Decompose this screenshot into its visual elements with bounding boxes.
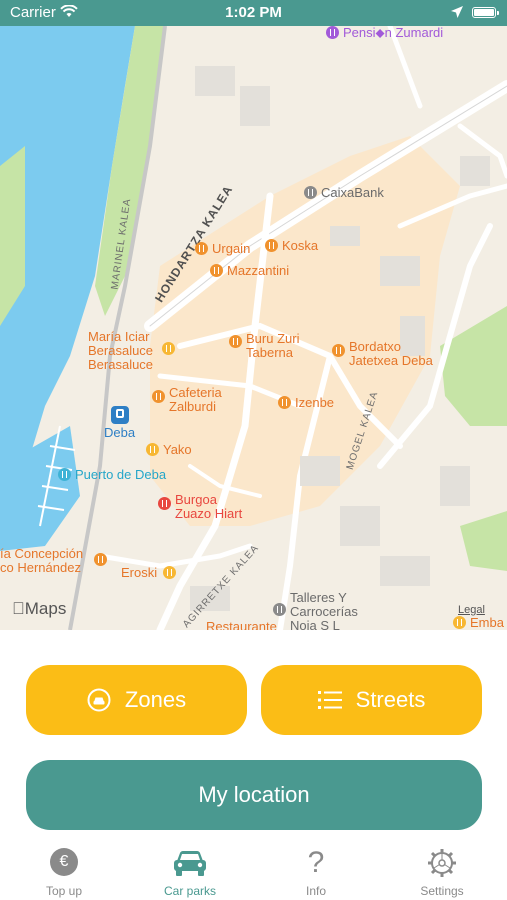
tab-car-parks[interactable]: Car parks xyxy=(127,840,253,900)
education-icon xyxy=(94,553,111,567)
apple-logo-icon:  xyxy=(12,599,25,618)
pharmacy-icon xyxy=(158,497,171,510)
legal-link[interactable]: Legal xyxy=(458,604,485,616)
wrench-icon xyxy=(273,603,286,616)
tab-top-up[interactable]: € Top up xyxy=(1,840,127,900)
marina-icon xyxy=(58,468,71,481)
tab-info[interactable]: ? Info xyxy=(253,840,379,900)
my-location-button[interactable]: My location xyxy=(26,760,482,830)
clock: 1:02 PM xyxy=(225,4,282,21)
poi-urgain[interactable]: Urgain xyxy=(195,242,250,256)
car-circle-icon xyxy=(87,688,111,712)
poi-caixabank[interactable]: CaixaBank xyxy=(304,186,384,200)
cart-icon xyxy=(162,566,176,579)
poi-maria-iciar[interactable]: María Iciar Berasaluce Berasaluce xyxy=(88,330,153,372)
poi-emba[interactable]: Emba xyxy=(453,616,504,630)
shop-icon xyxy=(453,616,466,629)
poi-yako[interactable]: Yako xyxy=(146,443,192,457)
poi-restaurante[interactable]: Restaurante xyxy=(206,620,277,631)
map-base xyxy=(0,26,507,630)
poi-pension[interactable]: Pensi⬥n Zumardi xyxy=(326,26,443,40)
tab-bar: € Top up Car parks ? Info Settings xyxy=(0,840,507,900)
streets-label: Streets xyxy=(355,687,426,712)
streets-button[interactable]: Streets xyxy=(261,665,482,735)
shop-icon xyxy=(162,342,179,356)
poi-puerto[interactable]: Puerto de Deba xyxy=(58,468,166,482)
poi-talleres[interactable]: Talleres Y Carrocerías Noia S L xyxy=(273,591,358,630)
restaurant-icon xyxy=(265,239,278,252)
tab-settings[interactable]: Settings xyxy=(379,840,505,900)
cafe-icon xyxy=(152,390,165,403)
poi-concepcion[interactable]: ía Concepción co Hernández xyxy=(0,547,83,575)
poi-mazzantini[interactable]: Mazzantini xyxy=(210,264,289,278)
poi-burgoa[interactable]: Burgoa Zuazo Hiart xyxy=(158,493,242,521)
map-view[interactable]: HONDARTZA KALEA MARINEL KALEA MOGEL KALE… xyxy=(0,26,507,630)
zones-label: Zones xyxy=(124,687,187,712)
poi-cafeteria[interactable]: Cafeteria Zalburdi xyxy=(152,386,222,414)
restaurant-icon xyxy=(332,344,345,357)
poi-eroski[interactable]: Eroski xyxy=(121,566,180,580)
poi-koska[interactable]: Koska xyxy=(265,239,318,253)
battery-icon xyxy=(472,7,499,18)
restaurant-icon xyxy=(229,335,242,348)
bank-icon xyxy=(304,186,317,199)
poi-bordatxo[interactable]: Bordatxo Jatetxea Deba xyxy=(332,340,433,368)
apple-maps-attribution: Maps xyxy=(12,599,66,618)
list-icon xyxy=(317,690,342,710)
my-location-label: My location xyxy=(198,782,310,807)
poi-deba-station[interactable]: Deba xyxy=(104,406,135,440)
question-mark-icon: ? xyxy=(307,846,325,879)
car-icon xyxy=(171,848,209,878)
restaurant-icon xyxy=(210,264,223,277)
euro-coin-icon: € xyxy=(50,848,78,876)
gear-icon xyxy=(427,848,457,878)
status-bar: Carrier 1:02 PM xyxy=(0,0,507,26)
restaurant-icon xyxy=(278,396,291,409)
ice-cream-icon xyxy=(146,443,159,456)
restaurant-icon xyxy=(195,242,208,255)
poi-buru-zuri[interactable]: Buru Zuri Taberna xyxy=(229,332,299,360)
location-arrow-icon xyxy=(450,5,464,23)
hotel-icon xyxy=(326,26,339,39)
zones-button[interactable]: Zones xyxy=(26,665,247,735)
train-icon xyxy=(110,406,129,424)
poi-izenbe[interactable]: Izenbe xyxy=(278,396,334,410)
